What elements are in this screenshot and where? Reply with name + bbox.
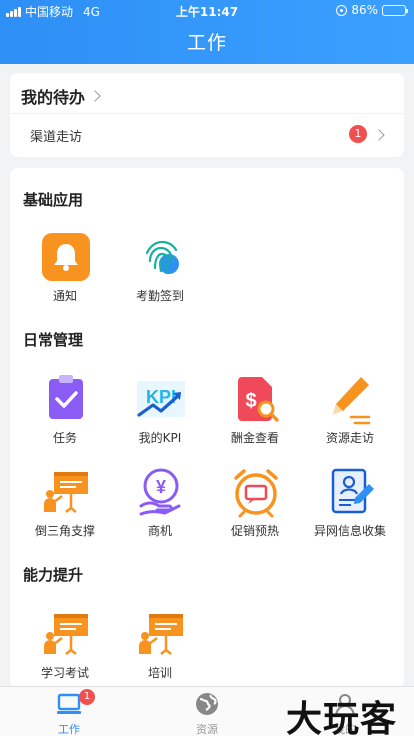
globe-icon — [194, 691, 220, 717]
app-triangle-support[interactable]: 倒三角支撑 — [16, 466, 114, 546]
app-label: 促销预热 — [230, 524, 279, 538]
presentation-icon — [135, 608, 187, 660]
todo-item-label: 渠道走访 — [30, 130, 83, 145]
todo-item-channel-visit[interactable]: 渠道走访 1 — [10, 113, 404, 157]
tab-badge: 1 — [79, 689, 95, 705]
todo-header[interactable]: 我的待办 — [21, 84, 101, 108]
yuan-hand-icon: ¥ — [135, 466, 187, 518]
app-training[interactable]: 培训 — [111, 608, 209, 688]
app-label: 培训 — [147, 666, 172, 680]
contact-form-icon — [325, 466, 377, 518]
app-label: 考勤签到 — [135, 289, 184, 303]
app-attendance[interactable]: 考勤签到 — [111, 231, 209, 311]
app-label: 酬金查看 — [230, 431, 279, 445]
clipboard-check-icon — [40, 373, 92, 425]
app-notification[interactable]: 通知 — [16, 231, 114, 311]
app-label: 我的KPI — [138, 431, 182, 445]
section-title-basic: 基础应用 — [23, 191, 84, 209]
app-study-exam[interactable]: 学习考试 — [16, 608, 114, 688]
chevron-right-icon — [373, 129, 385, 141]
page-title: 工作 — [186, 32, 227, 54]
svg-text:¥: ¥ — [156, 477, 166, 497]
bell-icon — [40, 231, 92, 283]
app-resource-visit[interactable]: 资源走访 — [301, 373, 399, 453]
app-kpi[interactable]: KPI 我的KPI — [111, 373, 209, 453]
kpi-chart-icon: KPI — [135, 373, 187, 425]
app-label: 商机 — [147, 524, 172, 538]
tab-label: 工作 — [58, 723, 80, 736]
app-promotion-warmup[interactable]: 促销预热 — [206, 466, 304, 546]
fingerprint-icon — [135, 231, 187, 283]
rotation-lock-icon — [336, 4, 348, 16]
status-bar: 中国移动 4G 上午11:47 86% — [0, 0, 414, 20]
status-right: 86% — [336, 3, 408, 17]
battery-label: 86% — [351, 3, 378, 17]
todo-title: 我的待办 — [21, 88, 86, 107]
apps-card: 基础应用 通知 考勤签到 日常管理 任务 KPI 我的KPI $ 酬金查看 资源… — [10, 168, 404, 688]
app-label: 倒三角支撑 — [34, 524, 95, 538]
app-competitor-info[interactable]: 异网信息收集 — [301, 466, 399, 546]
app-label: 异网信息收集 — [313, 524, 386, 538]
battery-icon — [382, 4, 408, 16]
section-title-ability: 能力提升 — [23, 566, 84, 584]
app-header: 中国移动 4G 上午11:47 86% 工作 — [0, 0, 414, 64]
app-label: 资源走访 — [325, 431, 374, 445]
app-task[interactable]: 任务 — [16, 373, 114, 453]
app-commission[interactable]: $ 酬金查看 — [206, 373, 304, 453]
presentation-icon — [40, 466, 92, 518]
todo-card: 我的待办 渠道走访 1 — [10, 73, 404, 157]
app-label: 通知 — [52, 289, 77, 303]
alarm-message-icon — [230, 466, 282, 518]
watermark-text: 大玩客 — [286, 698, 398, 736]
app-business-opportunity[interactable]: ¥ 商机 — [111, 466, 209, 546]
chevron-right-icon — [89, 90, 101, 102]
presentation-icon — [40, 608, 92, 660]
svg-text:$: $ — [245, 390, 256, 412]
app-label: 学习考试 — [40, 666, 89, 680]
app-label: 任务 — [52, 431, 77, 445]
tab-work[interactable]: 1 工作 — [0, 687, 138, 736]
section-title-daily: 日常管理 — [23, 331, 84, 349]
todo-count-badge: 1 — [349, 125, 367, 143]
money-search-icon: $ — [230, 373, 282, 425]
tab-resources[interactable]: 资源 — [138, 687, 276, 736]
tab-label: 资源 — [196, 723, 218, 736]
pencil-icon — [325, 373, 377, 425]
svg-text:KPI: KPI — [146, 387, 176, 407]
